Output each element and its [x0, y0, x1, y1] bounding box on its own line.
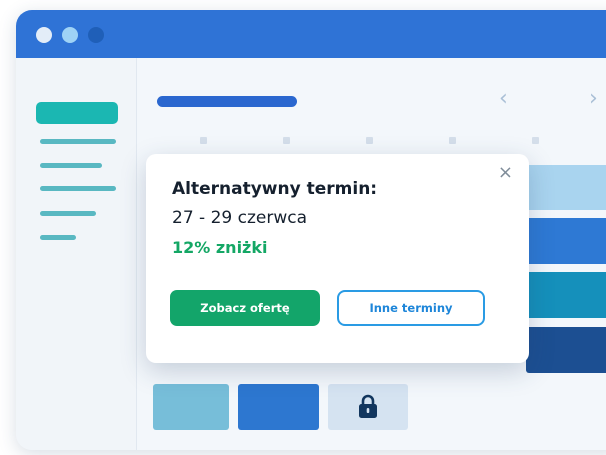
sidebar-item[interactable] [40, 139, 116, 144]
sidebar [16, 58, 137, 450]
sidebar-item[interactable] [40, 235, 76, 240]
sidebar-item[interactable] [40, 211, 96, 216]
close-icon[interactable]: × [498, 162, 513, 183]
chevron-right-icon[interactable]: › [589, 86, 598, 111]
title-bar [16, 10, 606, 58]
calendar-cell[interactable] [526, 272, 606, 318]
day-header [283, 137, 290, 144]
view-offer-button[interactable]: Zobacz ofertę [170, 290, 320, 326]
sidebar-item[interactable] [40, 163, 102, 168]
other-dates-button[interactable]: Inne terminy [337, 290, 485, 326]
window-dot-sky[interactable] [62, 27, 78, 43]
day-header [532, 137, 539, 144]
chevron-left-icon[interactable]: ‹ [499, 86, 508, 111]
calendar-title-placeholder [157, 96, 297, 107]
popup-title: Alternatywny termin: [172, 179, 378, 199]
lock-icon [359, 394, 377, 418]
calendar-cell[interactable] [526, 218, 606, 264]
sidebar-item-active[interactable] [36, 102, 118, 124]
calendar-cell[interactable] [526, 327, 606, 373]
calendar-cell[interactable] [153, 384, 229, 430]
window-dot-light[interactable] [36, 27, 52, 43]
day-header [200, 137, 207, 144]
sidebar-item[interactable] [40, 186, 116, 191]
calendar-cell-locked[interactable] [328, 384, 408, 430]
popup-dates: 27 - 29 czerwca [172, 208, 307, 228]
calendar-cell[interactable] [238, 384, 319, 430]
calendar-cell[interactable] [526, 165, 606, 210]
day-header [449, 137, 456, 144]
window-dot-blue[interactable] [88, 27, 104, 43]
day-header [366, 137, 373, 144]
alternative-date-popup: × Alternatywny termin: 27 - 29 czerwca 1… [146, 154, 529, 363]
discount-label: 12% zniżki [172, 238, 268, 257]
